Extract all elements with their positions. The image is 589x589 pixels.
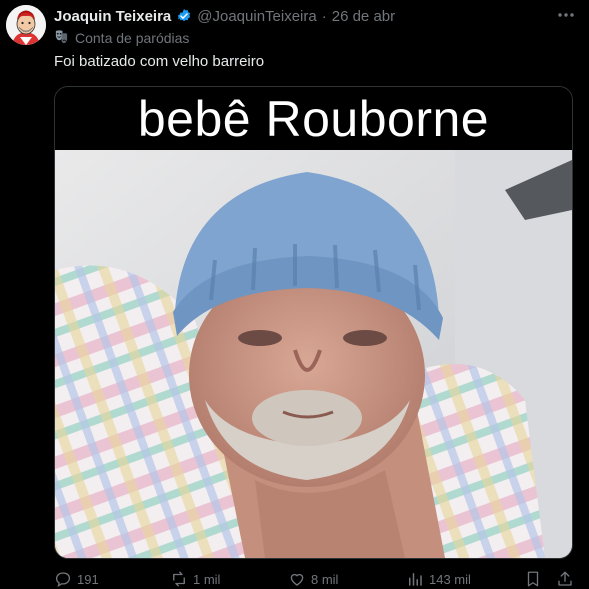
share-icon xyxy=(558,571,572,586)
reply-button[interactable]: 191 xyxy=(54,570,99,588)
views-count: 143 mil xyxy=(429,571,471,587)
reply-count: 191 xyxy=(77,571,99,587)
bookmark-button[interactable] xyxy=(524,570,542,588)
avatar[interactable] xyxy=(6,5,46,45)
bookmark-icon xyxy=(527,571,539,587)
media-caption: bebê Rouborne xyxy=(137,90,490,147)
baby-photo-icon xyxy=(55,150,572,558)
parody-label-text: Conta de paródias xyxy=(75,30,190,46)
media-caption-band: bebê Rouborne xyxy=(55,87,572,150)
tweet-actions: 191 1 mil 8 mil 143 mil xyxy=(54,570,574,588)
share-button[interactable] xyxy=(556,570,574,588)
parody-label: Conta de paródias xyxy=(54,29,189,47)
theater-masks-icon xyxy=(54,29,69,47)
tweet-date[interactable]: 26 de abr xyxy=(332,8,395,25)
retweet-icon xyxy=(173,571,185,587)
like-button[interactable]: 8 mil xyxy=(288,570,338,588)
tweet-text: Foi batizado com velho barreiro xyxy=(54,53,265,70)
tweet-header: Joaquin Teixeira @JoaquinTeixeira · 26 d… xyxy=(54,6,395,26)
header-separator: · xyxy=(321,7,327,25)
heart-icon xyxy=(290,573,304,586)
more-options-icon[interactable] xyxy=(555,6,577,24)
retweet-button[interactable]: 1 mil xyxy=(170,570,220,588)
author-name[interactable]: Joaquin Teixeira xyxy=(54,8,171,25)
views-chart-icon xyxy=(409,573,422,586)
avatar-caricature-icon xyxy=(6,5,46,45)
author-handle[interactable]: @JoaquinTeixeira xyxy=(197,8,316,25)
verified-badge-icon xyxy=(176,8,192,24)
views-button[interactable]: 143 mil xyxy=(406,570,471,588)
tweet[interactable]: Joaquin Teixeira @JoaquinTeixeira · 26 d… xyxy=(0,0,589,589)
like-count: 8 mil xyxy=(311,571,339,587)
reply-icon xyxy=(55,572,71,588)
retweet-count: 1 mil xyxy=(193,571,221,587)
tweet-media[interactable]: bebê Rouborne xyxy=(54,86,573,559)
